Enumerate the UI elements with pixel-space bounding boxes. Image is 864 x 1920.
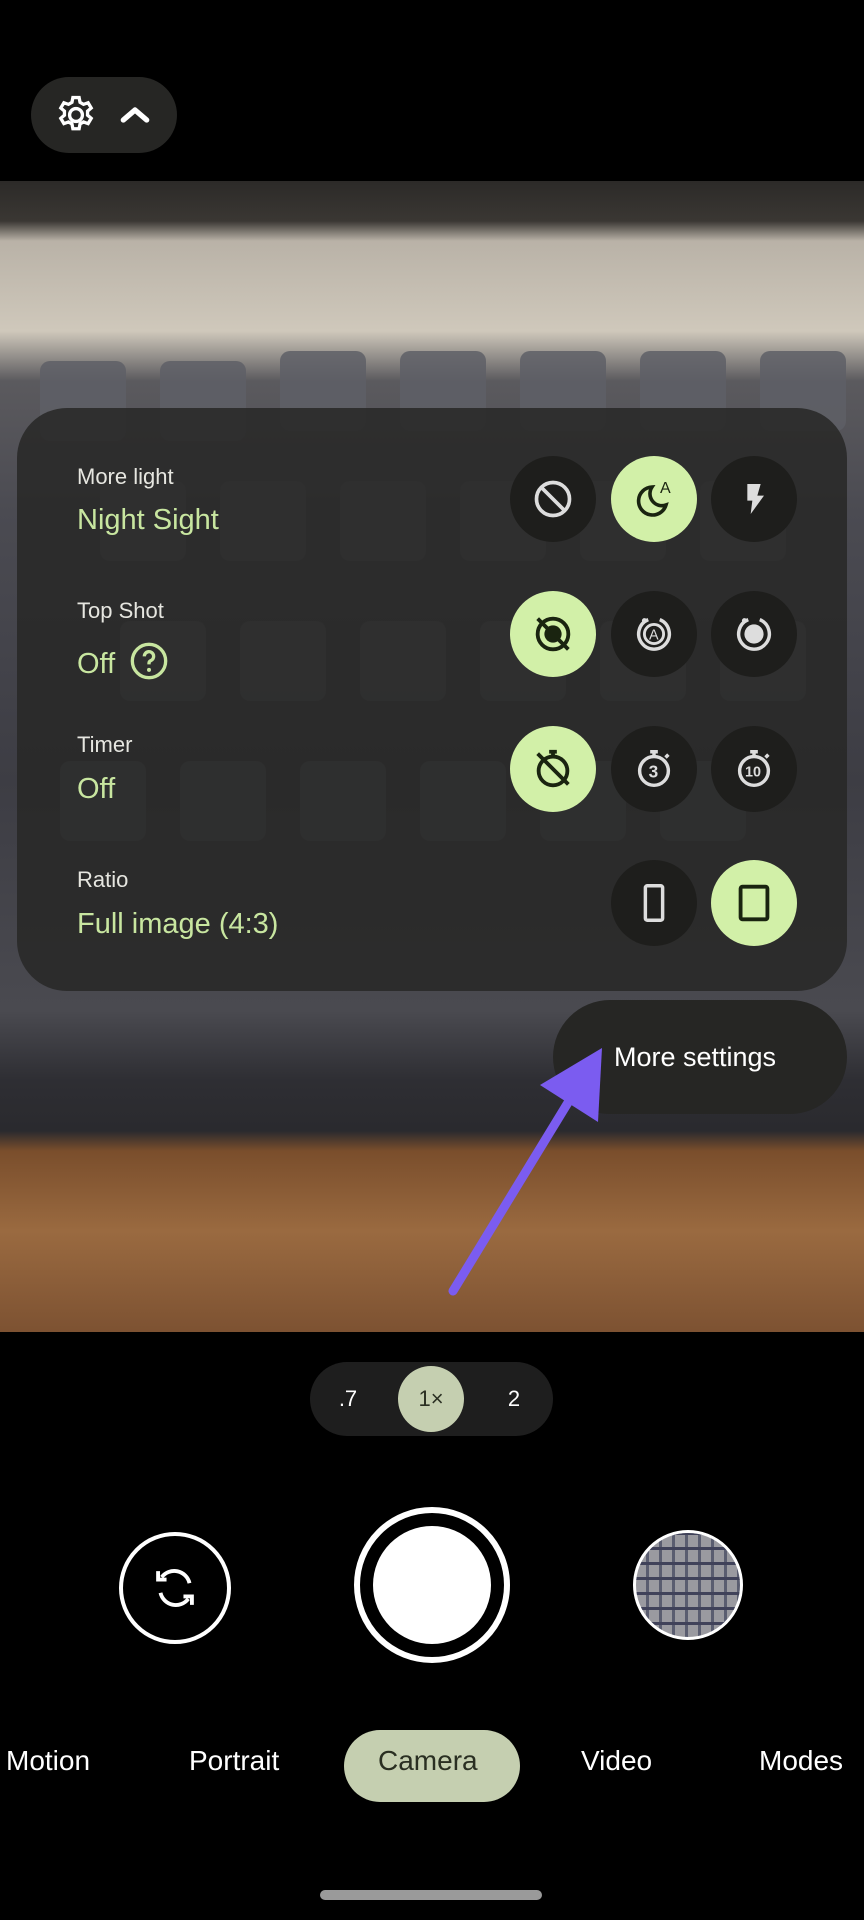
top-shot-value: Off <box>77 641 169 681</box>
shutter-button[interactable] <box>354 1507 510 1663</box>
timer-off-icon <box>536 749 570 788</box>
svg-text:A: A <box>649 627 659 643</box>
ratio-4-3-icon <box>738 884 770 922</box>
zoom-selector: .7 1× 2 <box>310 1362 553 1436</box>
chevron-up-icon[interactable] <box>115 95 155 135</box>
timer-3s-icon: 3 <box>637 750 671 788</box>
zoom-1x-button[interactable]: 1× <box>398 1366 464 1432</box>
timer-off-button[interactable] <box>510 726 596 812</box>
mode-video[interactable]: Video <box>581 1745 652 1777</box>
shutter-inner <box>373 1526 491 1644</box>
mode-portrait[interactable]: Portrait <box>189 1745 279 1777</box>
more-settings-button[interactable]: More settings <box>553 1000 847 1114</box>
top-shot-off-icon <box>535 616 571 652</box>
switch-camera-icon <box>156 1569 194 1607</box>
flash-icon <box>747 484 764 514</box>
ratio-16-9-button[interactable] <box>611 860 697 946</box>
mode-motion[interactable]: Motion <box>6 1745 90 1777</box>
home-indicator[interactable] <box>320 1890 542 1900</box>
top-shot-off-button[interactable] <box>510 591 596 677</box>
mode-modes[interactable]: Modes <box>759 1745 843 1777</box>
zoom-2x-button[interactable]: 2 <box>481 1366 547 1432</box>
svg-text:3: 3 <box>649 762 659 782</box>
night-off-button[interactable] <box>510 456 596 542</box>
help-circle-icon[interactable] <box>129 641 169 681</box>
top-shot-value-text: Off <box>77 648 116 680</box>
zoom-0.7-button[interactable]: .7 <box>315 1366 381 1432</box>
svg-text:10: 10 <box>745 765 761 781</box>
switch-camera-button[interactable] <box>119 1532 231 1644</box>
top-shot-on-icon <box>736 618 772 651</box>
timer-label: Timer <box>77 732 133 757</box>
svg-text:A: A <box>660 480 671 497</box>
top-shot-on-button[interactable] <box>711 591 797 677</box>
more-light-label: More light <box>77 464 174 489</box>
timer-value: Off <box>77 773 116 805</box>
quick-settings-panel: More light Night Sight Top Shot Off Time… <box>17 408 847 991</box>
top-shot-auto-icon: A <box>636 618 672 651</box>
off-icon <box>534 480 572 518</box>
ratio-label: Ratio <box>77 867 129 892</box>
timer-10s-button[interactable]: 10 <box>711 726 797 812</box>
ratio-value: Full image (4:3) <box>77 908 279 940</box>
night-sight-auto-button[interactable]: A <box>611 456 697 542</box>
settings-toggle[interactable] <box>31 77 177 153</box>
flash-button[interactable] <box>711 456 797 542</box>
ratio-4-3-button[interactable] <box>711 860 797 946</box>
top-shot-auto-button[interactable]: A <box>611 591 697 677</box>
ratio-16-9-icon <box>643 884 665 922</box>
top-shot-label: Top Shot <box>77 598 164 623</box>
gallery-thumbnail[interactable] <box>633 1530 743 1640</box>
timer-10s-icon: 10 <box>737 750 771 788</box>
more-light-value: Night Sight <box>77 504 219 536</box>
night-sight-auto-icon: A <box>636 480 671 517</box>
gear-icon[interactable] <box>54 93 98 137</box>
timer-3s-button[interactable]: 3 <box>611 726 697 812</box>
mode-camera[interactable]: Camera <box>378 1745 478 1777</box>
